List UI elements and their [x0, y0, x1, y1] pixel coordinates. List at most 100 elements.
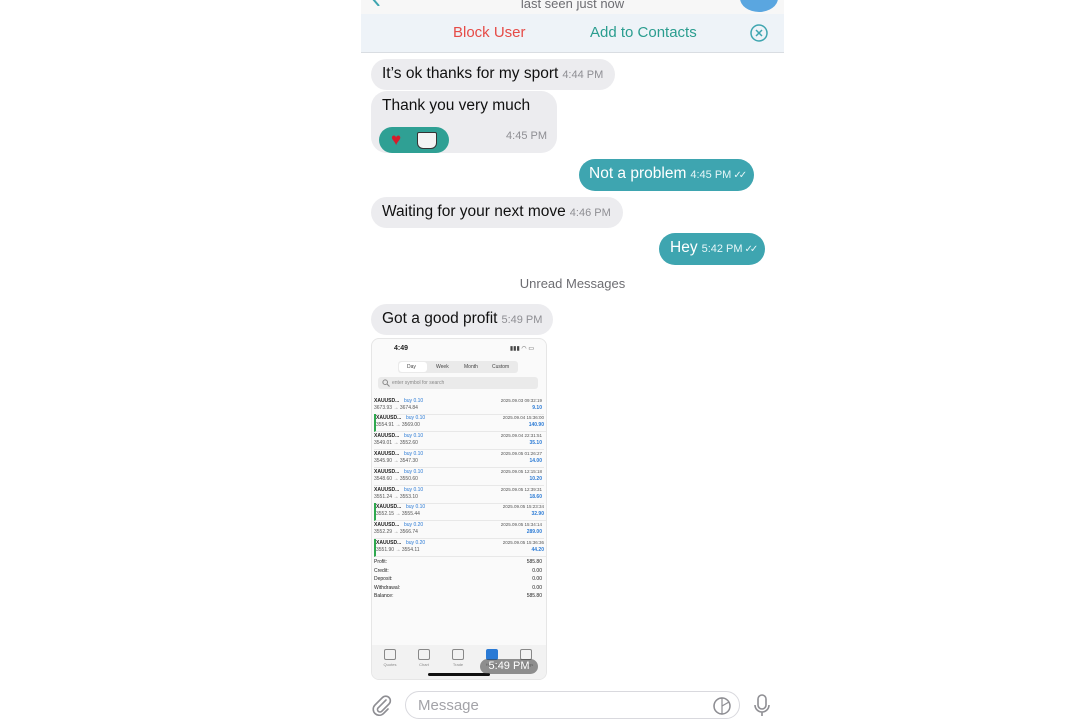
trade-date: 2025.09.04 15:36:00: [502, 415, 544, 420]
segment-day: Day: [407, 364, 416, 370]
trade-symbol: XAUUSD...: [374, 487, 400, 493]
summary-label: Withdrawal:: [374, 585, 401, 591]
search-icon: [382, 379, 390, 387]
period-segmented-control: Day Week Month Custom: [398, 361, 518, 373]
home-indicator: [428, 673, 490, 676]
incoming-message[interactable]: Waiting for your next move 4:46 PM: [371, 197, 623, 228]
summary-label: Profit:: [374, 559, 388, 565]
segment-custom: Custom: [492, 364, 510, 370]
sticker-icon[interactable]: [712, 696, 732, 716]
summary-row: Balance: 585.80: [374, 593, 544, 601]
trade-side: buy 0.10: [404, 487, 424, 493]
close-icon[interactable]: [749, 23, 769, 43]
trade-row: XAUUSD... buy 0.10 3549.01 → 3552.60 2025.…: [374, 432, 544, 450]
message-text: It’s ok thanks for my sport: [382, 65, 559, 82]
read-checkmarks-icon: ✓✓: [733, 170, 747, 181]
incoming-message[interactable]: Thank you very much ♥ 4:45 PM: [371, 91, 557, 153]
trade-symbol: XAUUSD...: [376, 504, 402, 510]
attach-paperclip-icon[interactable]: [371, 694, 393, 716]
trade-row: XAUUSD... buy 0.20 3552.29 → 3566.74 2025.…: [374, 521, 544, 539]
read-checkmarks-icon: ✓✓: [744, 244, 759, 255]
summary-row: Profit: 585.80: [374, 559, 544, 567]
trade-profit: 14.00: [529, 458, 542, 464]
trade-history-screenshot[interactable]: 4:49 ▮▮▮ ◠ ▭ Day Week Month Custom enter…: [371, 338, 547, 680]
segment-month: Month: [464, 364, 478, 370]
coffee-emoji-icon: [417, 132, 437, 149]
message-text: Not a problem: [589, 165, 687, 182]
trade-side: buy 0.10: [404, 398, 424, 404]
tab-label: Trade: [452, 662, 464, 667]
trade-row: XAUUSD... buy 0.10 3554.91 → 3569.00 2025.…: [374, 414, 546, 432]
signal-battery-icon: ▮▮▮ ◠ ▭: [509, 346, 534, 352]
tab-label: Quotes: [383, 662, 397, 667]
trade-date: 2025.09.05 12:15:18: [500, 469, 542, 474]
chat-header: last seen just now: [361, 0, 784, 14]
summary-row: Withdrawal: 0.00: [374, 585, 544, 593]
trade-prices: 3551.90 → 3554.11: [376, 547, 420, 553]
trade-profit: 32.90: [531, 511, 544, 517]
trade-date: 2025.09.03 09:32:19: [500, 398, 542, 403]
trade-symbol: XAUUSD...: [374, 398, 400, 404]
trade-side: buy 0.20: [404, 522, 424, 528]
microphone-icon[interactable]: [752, 694, 772, 718]
trade-symbol: XAUUSD...: [374, 522, 400, 528]
incoming-message[interactable]: Got a good profit 5:49 PM: [371, 304, 554, 335]
trade-profit: 9.10: [532, 405, 542, 411]
summary-value: 0.00: [532, 585, 542, 591]
trade-row: XAUUSD... buy 0.10 3552.15 → 3555.44 2025.…: [374, 503, 546, 521]
contact-action-bar: Block User Add to Contacts: [361, 14, 784, 53]
trade-prices: 3554.91 → 3569.00: [376, 422, 420, 428]
summary-value: 0.00: [532, 576, 542, 582]
summary-label: Balance:: [374, 593, 394, 599]
trade-icon: [452, 649, 464, 660]
summary-row: Deposit: 0.00: [374, 576, 544, 584]
trade-date: 2025.09.05 15:34:14: [500, 522, 542, 527]
trade-prices: 3545.90 → 3547.30: [374, 458, 418, 464]
trade-symbol: XAUUSD...: [374, 469, 400, 475]
summary-value: 585.80: [526, 559, 542, 565]
heart-emoji-icon: ♥: [391, 130, 402, 149]
trade-symbol: XAUUSD...: [374, 451, 400, 457]
chat-screen: last seen just now Block User Add to Con…: [361, 0, 784, 720]
trade-date: 2025.09.05 12:39:31: [500, 487, 542, 492]
trade-side: buy 0.10: [404, 433, 424, 439]
trade-profit: 289.00: [526, 529, 542, 535]
outgoing-message[interactable]: Not a problem 4:45 PM ✓✓: [579, 159, 755, 191]
trade-profit: 44.20: [531, 547, 544, 553]
summary-value: 0.00: [532, 568, 542, 574]
quotes-icon: [384, 649, 396, 660]
message-text: Thank you very much: [382, 97, 531, 114]
message-text: Waiting for your next move: [382, 203, 566, 220]
trade-prices: 3552.15 → 3555.44: [376, 511, 420, 517]
trade-date: 2025.09.05 01:26:27: [500, 451, 542, 456]
trade-profit: 35.10: [529, 440, 542, 446]
incoming-message[interactable]: It’s ok thanks for my sport 4:44 PM: [371, 59, 616, 90]
trade-side: buy 0.10: [404, 469, 424, 475]
summary-row: Credit: 0.00: [374, 568, 544, 576]
symbol-search: enter symbol for search: [378, 377, 538, 389]
tab-label: Chart: [419, 662, 429, 667]
message-input[interactable]: [405, 691, 740, 719]
message-time: 5:49 PM: [501, 314, 543, 326]
outgoing-message[interactable]: Hey 5:42 PM ✓✓: [659, 233, 766, 265]
trade-profit: 140.90: [528, 422, 544, 428]
emoji-reaction: ♥: [379, 127, 449, 153]
trade-side: buy 0.10: [406, 415, 426, 421]
chart-icon: [418, 649, 430, 660]
trade-row: XAUUSD... buy 0.10 3673.93 → 3674.84 2025.…: [374, 397, 544, 415]
add-to-contacts-button[interactable]: Add to Contacts: [590, 24, 697, 41]
tab-quotes: Quotes: [380, 649, 400, 667]
trade-side: buy 0.10: [404, 451, 424, 457]
trade-date: 2025.09.04 22:31:51: [500, 433, 542, 438]
message-time: 5:42 PM: [701, 243, 743, 255]
trade-side: buy 0.20: [406, 540, 426, 546]
trade-row: XAUUSD... buy 0.10 3551.24 → 3553.10 2025.…: [374, 486, 544, 504]
block-user-button[interactable]: Block User: [453, 24, 526, 41]
message-composer: [361, 686, 784, 720]
trade-prices: 3551.24 → 3553.10: [374, 494, 418, 500]
trade-prices: 3549.01 → 3552.60: [374, 440, 418, 446]
message-time: 4:45 PM: [506, 130, 547, 142]
trade-prices: 3548.60 → 3550.60: [374, 476, 418, 482]
trade-prices: 3552.29 → 3566.74: [374, 529, 418, 535]
message-time: 4:46 PM: [569, 207, 611, 219]
